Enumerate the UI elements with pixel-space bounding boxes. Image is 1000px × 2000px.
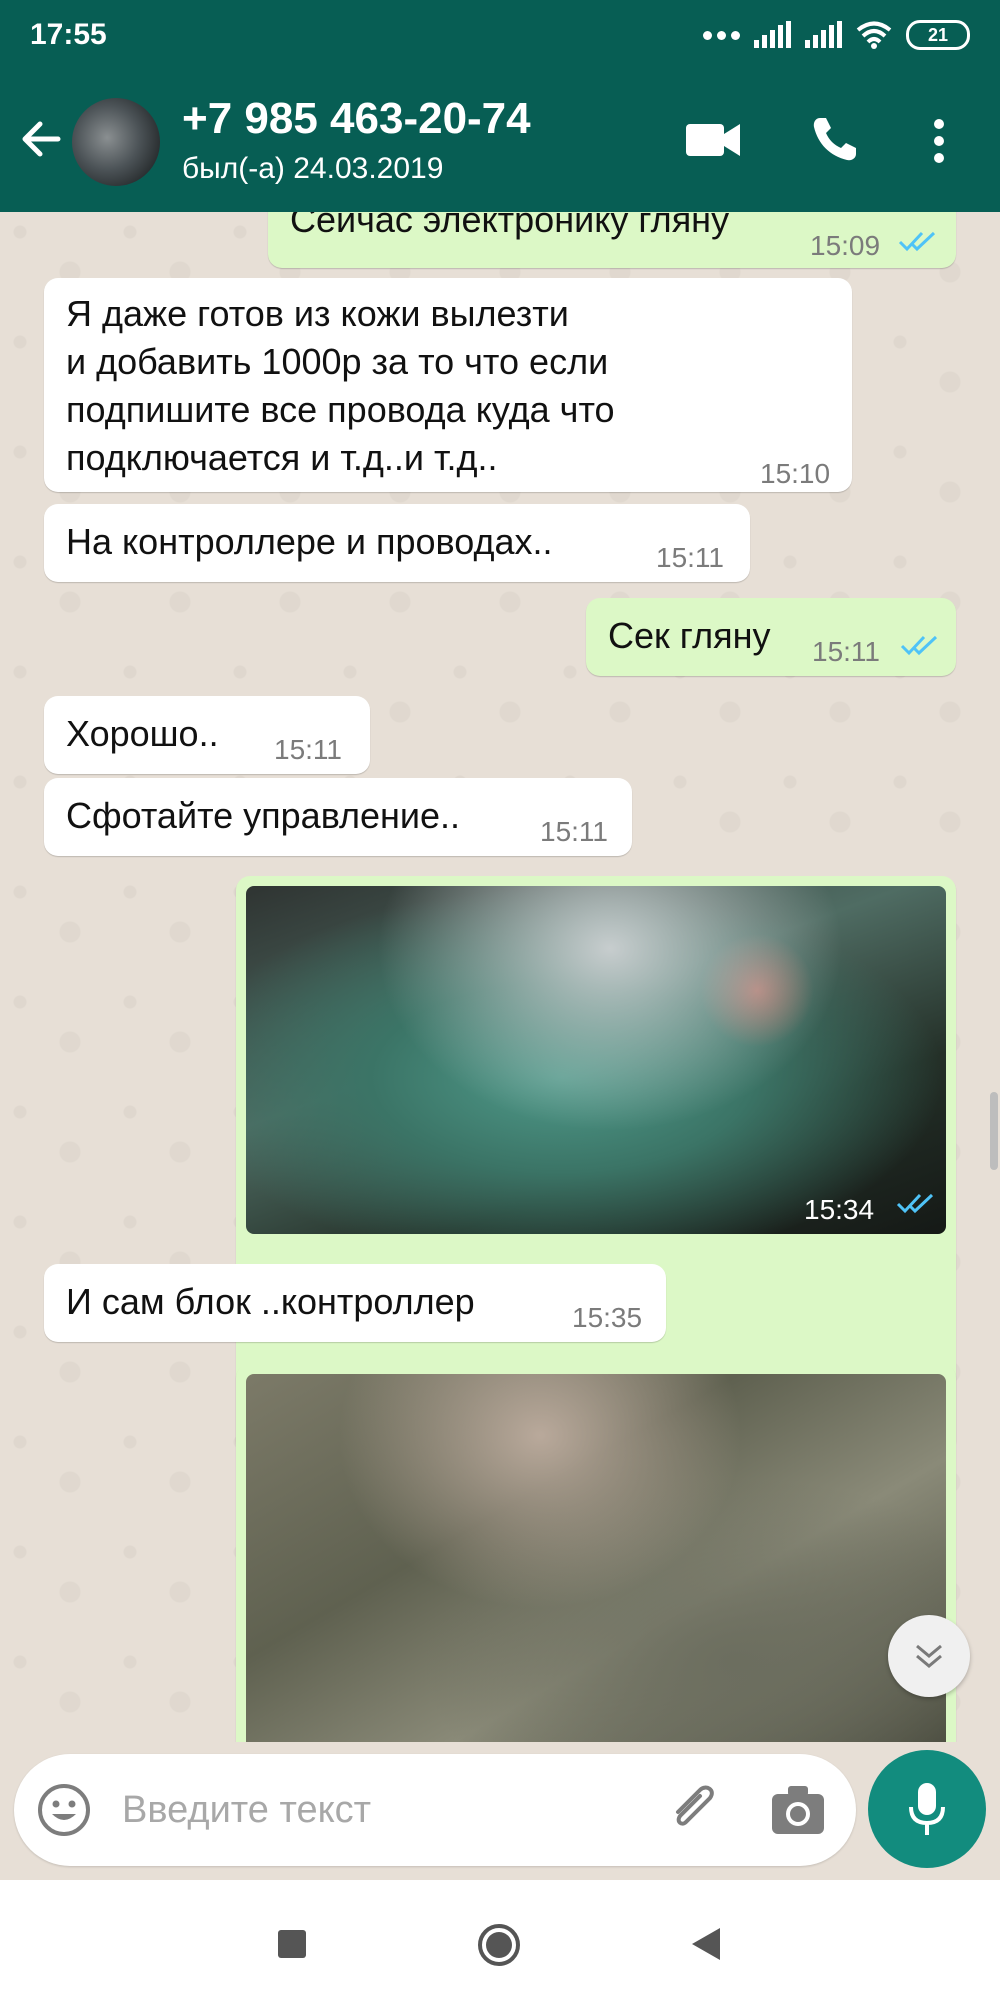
message-time: 15:09 [810, 230, 881, 261]
message-time: 15:34 [804, 1194, 875, 1225]
contact-name[interactable]: +7 985 463-20-74 [182, 94, 531, 144]
message-bubble-outgoing[interactable]: Сейчас электронику гляну 15:09 [268, 212, 956, 268]
message-text: Хорошо.. [66, 713, 219, 754]
message-text: Сейчас электронику гляну [290, 212, 730, 240]
emoji-icon[interactable] [36, 1782, 92, 1838]
message-bubble-incoming[interactable]: Хорошо.. 15:11 [44, 696, 370, 774]
message-bubble-incoming[interactable]: И сам блок ..контроллер 15:35 [44, 1264, 666, 1342]
nav-home-icon[interactable] [476, 1922, 522, 1968]
message-bubble-incoming[interactable]: Сфотайте управление.. 15:11 [44, 778, 632, 856]
status-time: 17:55 [30, 18, 107, 51]
message-bubble-incoming[interactable]: На контроллере и проводах.. 15:11 [44, 504, 750, 582]
message-time: 15:11 [274, 734, 342, 765]
message-text: Сек гляну [608, 615, 771, 656]
battery-level: 21 [927, 24, 949, 45]
message-text: И сам блок ..контроллер [66, 1281, 475, 1322]
mic-icon [909, 1783, 945, 1835]
composer-box[interactable] [14, 1754, 856, 1866]
avatar[interactable] [72, 98, 160, 186]
composer-bar [0, 1742, 1000, 1880]
phone-icon[interactable] [810, 114, 860, 164]
chat-messages-area[interactable]: Сейчас электронику гляну 15:09 Я даже го… [0, 212, 1000, 1742]
notification-dots-icon [703, 30, 740, 40]
wifi-icon [856, 21, 892, 49]
nav-recents-icon[interactable] [276, 1928, 308, 1960]
scrollbar-thumb[interactable] [990, 1092, 998, 1170]
message-time: 15:11 [540, 816, 608, 847]
read-ticks-icon [900, 635, 938, 656]
nav-back-icon[interactable] [688, 1926, 722, 1962]
message-time: 15:11 [812, 636, 880, 667]
photo-thumbnail[interactable]: 15:34 [246, 886, 946, 1234]
video-call-icon[interactable] [686, 120, 742, 160]
attach-icon[interactable] [664, 1782, 724, 1838]
signal-icon [754, 21, 791, 48]
back-arrow-icon[interactable] [14, 112, 68, 166]
last-seen-status: был(-а) 24.03.2019 [182, 152, 444, 185]
voice-message-button[interactable] [868, 1750, 986, 1868]
status-icons: 21 [703, 20, 970, 50]
status-bar: 17:55 21 [0, 0, 1000, 70]
camera-icon[interactable] [770, 1784, 826, 1836]
message-time: 15:11 [656, 542, 724, 573]
message-time: 15:10 [760, 458, 831, 489]
message-text: Сфотайте управление.. [66, 795, 461, 836]
scroll-down-button[interactable] [888, 1615, 970, 1697]
message-time: 15:35 [572, 1302, 643, 1333]
read-ticks-icon [896, 1193, 934, 1214]
system-nav-bar [0, 1880, 1000, 2000]
photo-thumbnail[interactable] [246, 1374, 946, 1742]
message-bubble-outgoing[interactable]: Сек гляну 15:11 [586, 598, 956, 676]
message-bubble-incoming[interactable]: Я даже готов из кожи вылезти и добавить … [44, 278, 852, 492]
scroll-down-icon [916, 1644, 942, 1668]
message-text: На контроллере и проводах.. [66, 521, 553, 562]
more-vert-icon[interactable] [932, 118, 946, 164]
message-input[interactable] [122, 1780, 642, 1840]
read-ticks-icon [898, 231, 936, 252]
message-text: Я даже готов из кожи вылезти и добавить … [66, 293, 615, 478]
battery-icon: 21 [906, 20, 970, 50]
chat-header: +7 985 463-20-74 был(-а) 24.03.2019 [0, 70, 1000, 212]
signal-2-icon [805, 21, 842, 48]
message-bubble-outgoing-photo[interactable] [236, 1364, 956, 1742]
